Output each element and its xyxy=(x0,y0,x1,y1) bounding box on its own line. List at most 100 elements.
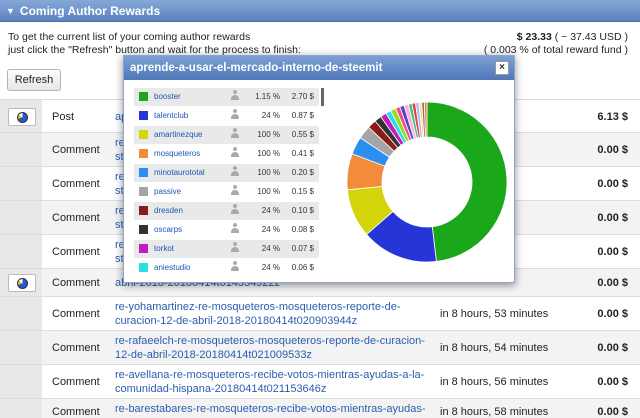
row-icon-cell xyxy=(0,201,42,234)
voter-value: 0.87 $ xyxy=(291,111,314,120)
intro-text: To get the current list of your coming a… xyxy=(8,31,308,57)
voter-name[interactable]: minotaurototal xyxy=(154,168,205,177)
voter-percent: 24 % xyxy=(261,206,280,215)
table-row: Comment re-avellana-re-mosqueteros-recibe… xyxy=(0,364,640,398)
voter-percent: 100 % xyxy=(257,149,280,158)
row-link[interactable]: re-avellana-re-mosqueteros-recibe-votos-… xyxy=(115,368,435,396)
user-icon xyxy=(230,261,240,272)
pie-slice-booster[interactable] xyxy=(426,101,508,262)
voter-percent: 100 % xyxy=(257,187,280,196)
row-amount: 0.00 $ xyxy=(597,406,628,418)
row-amount: 0.00 $ xyxy=(597,178,628,190)
voter-name[interactable]: passive xyxy=(154,187,181,196)
user-icon xyxy=(230,90,240,101)
modal-title: aprende-a-usar-el-mercado-interno-de-ste… xyxy=(124,56,514,80)
row-time: in 8 hours, 58 minutes xyxy=(440,406,549,418)
row-type: Comment xyxy=(52,308,100,320)
row-icon-cell xyxy=(0,133,42,166)
voter-value: 0.55 $ xyxy=(291,130,314,139)
voter-percent: 100 % xyxy=(257,168,280,177)
voter-name[interactable]: mosqueteros xyxy=(154,149,200,158)
voter-list-item[interactable]: mosqueteros 100 % 0.41 $ xyxy=(134,145,319,163)
voter-list[interactable]: booster 1.15 % 2.70 $ talentclub 24 % 0.87 $ a… xyxy=(134,88,319,278)
user-icon xyxy=(230,204,240,215)
row-icon-cell xyxy=(0,331,42,364)
color-swatch xyxy=(139,149,148,158)
row-amount: 0.00 $ xyxy=(597,376,628,388)
color-swatch xyxy=(139,244,148,253)
intro-line-1: To get the current list of your coming a… xyxy=(8,31,251,43)
voter-percent: 24 % xyxy=(261,263,280,272)
user-icon xyxy=(230,223,240,234)
pie-chart-icon xyxy=(16,277,28,289)
user-icon xyxy=(230,166,240,177)
row-icon-cell xyxy=(0,167,42,200)
voter-name[interactable]: amartinezque xyxy=(154,130,202,139)
row-amount: 6.13 $ xyxy=(597,111,628,123)
color-swatch xyxy=(139,92,148,101)
voter-list-item[interactable]: torkot 24 % 0.07 $ xyxy=(134,240,319,258)
chevron-down-icon[interactable]: ▼ xyxy=(6,6,15,16)
voter-list-item[interactable]: aniestudio 24 % 0.06 $ xyxy=(134,259,319,277)
voter-name[interactable]: aniestudio xyxy=(154,263,190,272)
color-swatch xyxy=(139,187,148,196)
summary-usd: ( ~ 37.43 USD ) xyxy=(554,31,628,43)
voter-name[interactable]: torkot xyxy=(154,244,174,253)
row-amount: 0.00 $ xyxy=(597,144,628,156)
color-swatch xyxy=(139,225,148,234)
row-time: in 8 hours, 54 minutes xyxy=(440,342,549,354)
voter-percent: 24 % xyxy=(261,244,280,253)
row-type: Comment xyxy=(52,342,100,354)
voter-list-item[interactable]: minotaurototal 100 % 0.20 $ xyxy=(134,164,319,182)
voter-name[interactable]: booster xyxy=(154,92,181,101)
voter-name[interactable]: dresden xyxy=(154,206,183,215)
voters-donut-chart xyxy=(346,101,508,263)
row-type: Comment xyxy=(52,376,100,388)
voter-list-item[interactable]: oscarps 24 % 0.08 $ xyxy=(134,221,319,239)
row-type: Comment xyxy=(52,406,100,418)
voter-list-item[interactable]: booster 1.15 % 2.70 $ xyxy=(134,88,319,106)
row-icon-cell xyxy=(0,297,42,330)
close-button[interactable]: × xyxy=(495,61,509,75)
pie-chart-icon xyxy=(16,111,28,123)
row-link[interactable]: re-rafaeelch-re-mosqueteros-mosqueteros-… xyxy=(115,334,435,362)
scrollbar[interactable] xyxy=(321,88,324,106)
panel-header[interactable]: ▼ Coming Author Rewards xyxy=(0,0,640,22)
voter-name[interactable]: oscarps xyxy=(154,225,182,234)
summary-amount: $ 23.33 xyxy=(516,31,552,43)
voter-list-item[interactable]: talentclub 24 % 0.87 $ xyxy=(134,107,319,125)
color-swatch xyxy=(139,263,148,272)
row-time: in 8 hours, 56 minutes xyxy=(440,376,549,388)
voter-value: 0.20 $ xyxy=(291,168,314,177)
pie-chart-button[interactable] xyxy=(8,274,36,292)
row-link[interactable]: re-yohamartinez-re-mosqueteros-mosqueter… xyxy=(115,300,435,328)
voter-value: 0.41 $ xyxy=(291,149,314,158)
voter-value: 0.07 $ xyxy=(291,244,314,253)
user-icon xyxy=(230,242,240,253)
reward-summary: $ 23.33 ( ~ 37.43 USD ) ( 0.003 % of tot… xyxy=(484,31,628,57)
voter-value: 0.10 $ xyxy=(291,206,314,215)
voter-value: 0.06 $ xyxy=(291,263,314,272)
voter-list-item[interactable]: dresden 24 % 0.10 $ xyxy=(134,202,319,220)
row-time: in 8 hours, 53 minutes xyxy=(440,308,549,320)
voter-percent: 100 % xyxy=(257,130,280,139)
voter-list-item[interactable]: amartinezque 100 % 0.55 $ xyxy=(134,126,319,144)
row-type: Post xyxy=(52,111,75,123)
panel-title: Coming Author Rewards xyxy=(19,3,161,18)
voter-list-item[interactable]: passive 100 % 0.15 $ xyxy=(134,183,319,201)
color-swatch xyxy=(139,130,148,139)
color-swatch xyxy=(139,111,148,120)
refresh-button[interactable]: Refresh xyxy=(7,69,61,91)
row-amount: 0.00 $ xyxy=(597,246,628,258)
color-swatch xyxy=(139,168,148,177)
row-icon-cell xyxy=(0,235,42,268)
user-icon xyxy=(230,185,240,196)
table-row: Comment re-yohamartinez-re-mosqueteros-mo… xyxy=(0,296,640,330)
row-type: Comment xyxy=(52,178,100,190)
row-type: Comment xyxy=(52,212,100,224)
voter-value: 2.70 $ xyxy=(291,92,314,101)
row-link[interactable]: re-barestabares-re-mosqueteros-recibe-vo… xyxy=(115,402,435,418)
voter-name[interactable]: talentclub xyxy=(154,111,188,120)
pie-chart-button[interactable] xyxy=(8,108,36,126)
voter-percent: 24 % xyxy=(261,111,280,120)
